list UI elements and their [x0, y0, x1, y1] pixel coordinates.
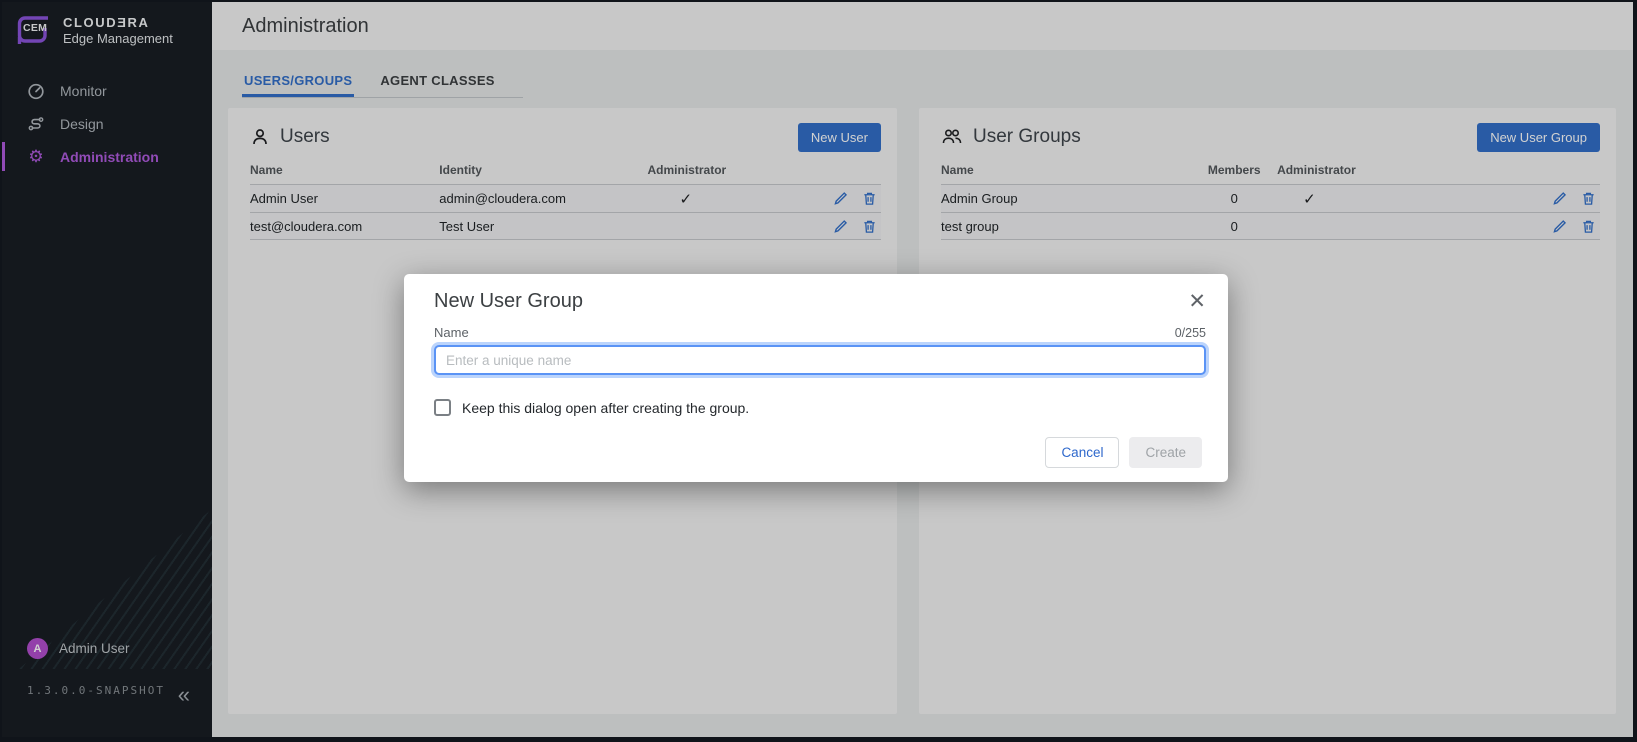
keep-open-label: Keep this dialog open after creating the… — [462, 400, 749, 416]
create-button[interactable]: Create — [1129, 437, 1202, 468]
dialog-actions: Cancel Create — [434, 437, 1206, 468]
keep-open-row: Keep this dialog open after creating the… — [434, 399, 1206, 416]
keep-open-checkbox[interactable] — [434, 399, 451, 416]
dialog-header: New User Group ✕ — [434, 290, 1206, 313]
close-icon[interactable]: ✕ — [1188, 291, 1206, 312]
name-label-row: Name 0/255 — [434, 325, 1206, 340]
name-field-label: Name — [434, 325, 469, 340]
dialog-title: New User Group — [434, 290, 583, 313]
group-name-input[interactable] — [434, 345, 1206, 375]
app-window: CEM CLOUDƎRA Edge Management Monitor — [0, 0, 1637, 742]
new-user-group-dialog: New User Group ✕ Name 0/255 Keep this di… — [404, 274, 1228, 482]
cancel-button[interactable]: Cancel — [1045, 437, 1119, 468]
char-counter: 0/255 — [1175, 326, 1206, 340]
